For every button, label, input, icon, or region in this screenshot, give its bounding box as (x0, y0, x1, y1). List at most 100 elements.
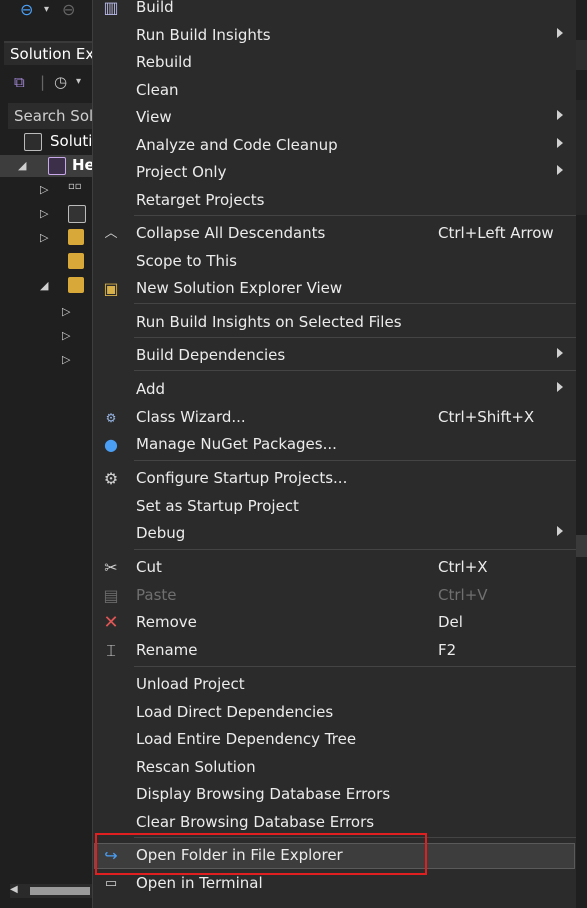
expand-arrow-icon[interactable]: ▷ (40, 183, 48, 196)
switch-views-icon[interactable]: ⧉ (14, 73, 25, 91)
context-menu: ▥ Build Run Build Insights Rebuild Clean… (92, 0, 576, 908)
menu-separator (134, 303, 576, 304)
chevron-up-icon: ︿ (104, 226, 118, 241)
menu-item-analyze[interactable]: Analyze and Code Cleanup (94, 133, 575, 159)
submenu-arrow-icon (557, 165, 563, 175)
menu-item-label: Rename (136, 641, 198, 659)
terminal-icon: ▭ (104, 876, 118, 891)
menu-item-build-dependencies[interactable]: Build Dependencies (94, 343, 575, 369)
menu-item-label: Project Only (136, 163, 227, 181)
menu-item-label: Add (136, 380, 166, 398)
solution-explorer-panel: Solution Ex ⧉ | ◷ ▾ Search Sol Soluti ◢ … (0, 41, 95, 908)
menu-item-unload-project[interactable]: Unload Project (94, 672, 575, 698)
expand-arrow-icon[interactable]: ▷ (62, 353, 70, 366)
menu-item-retarget[interactable]: Retarget Projects (94, 188, 575, 214)
menu-separator (134, 215, 576, 216)
new-window-icon: ▣ (103, 279, 119, 298)
submenu-arrow-icon (557, 382, 563, 392)
menu-item-collapse-all[interactable]: ︿ Collapse All Descendants Ctrl+Left Arr… (94, 221, 575, 247)
menu-separator (134, 370, 576, 371)
external-dependencies-icon (68, 205, 86, 223)
menu-item-shortcut: Del (438, 613, 463, 631)
solution-explorer-tab[interactable]: Solution Ex (4, 41, 92, 65)
menu-item-label: Clear Browsing Database Errors (136, 813, 375, 831)
editor-fragment (575, 535, 587, 557)
menu-item-label: Cut (136, 558, 162, 576)
expand-arrow-icon[interactable]: ▷ (40, 231, 48, 244)
menu-item-paste[interactable]: ▤ Paste Ctrl+V (94, 583, 575, 609)
forward-nav-icon[interactable]: ⊖ (62, 0, 75, 19)
tree-row-references[interactable]: ▷ ▫▫ (0, 179, 92, 201)
menu-item-project-only[interactable]: Project Only (94, 160, 575, 186)
menu-item-configure-startup[interactable]: ⚙ Configure Startup Projects... (94, 466, 575, 492)
tree-row-external-deps[interactable]: ▷ (0, 203, 92, 225)
scroll-left-icon[interactable]: ◀ (10, 884, 18, 895)
menu-item-label: Build Dependencies (136, 346, 286, 364)
filter-folder-icon (68, 277, 84, 293)
menu-item-label: Run Build Insights on Selected Files (136, 313, 402, 331)
menu-item-label: Debug (136, 524, 186, 542)
menu-item-rename[interactable]: ⌶ Rename F2 (94, 638, 575, 664)
menu-item-shortcut: Ctrl+X (438, 558, 488, 576)
menu-item-view[interactable]: View (94, 105, 575, 131)
tree-row-solution[interactable]: Soluti (0, 131, 92, 153)
expand-arrow-icon[interactable]: ▷ (62, 329, 70, 342)
horizontal-scrollbar[interactable]: ◀ (10, 884, 92, 898)
menu-item-class-wizard[interactable]: ⚙ Class Wizard... Ctrl+Shift+X (94, 405, 575, 431)
tree-row-project[interactable]: ◢ He (0, 155, 95, 177)
scissors-icon: ✂ (104, 558, 118, 577)
rename-icon: ⌶ (106, 641, 116, 660)
collapse-arrow-icon[interactable]: ◢ (18, 159, 26, 172)
menu-item-add[interactable]: Add (94, 377, 575, 403)
back-nav-icon[interactable]: ⊖ (20, 0, 33, 19)
menu-item-load-direct-deps[interactable]: Load Direct Dependencies (94, 700, 575, 726)
menu-item-rebuild[interactable]: Rebuild (94, 50, 575, 76)
tree-row-child[interactable]: ▷ (0, 301, 92, 323)
tree-row-child[interactable]: ▷ (0, 349, 92, 371)
menu-item-label: Collapse All Descendants (136, 224, 326, 242)
solution-search-input[interactable]: Search Sol (8, 103, 92, 129)
menu-item-label: Analyze and Code Cleanup (136, 136, 338, 154)
menu-item-build[interactable]: ▥ Build (94, 0, 575, 21)
menu-item-scope-to-this[interactable]: Scope to This (94, 249, 575, 275)
gear-icon: ⚙ (103, 469, 119, 488)
menu-separator (134, 460, 576, 461)
menu-item-label: Configure Startup Projects... (136, 469, 348, 487)
editor-fragment (575, 100, 587, 215)
menu-item-remove[interactable]: ✕ Remove Del (94, 610, 575, 636)
menu-separator (134, 666, 576, 667)
tree-row-filter-folder[interactable]: ◢ (0, 275, 92, 297)
menu-item-debug[interactable]: Debug (94, 521, 575, 547)
menu-item-new-se-view[interactable]: ▣ New Solution Explorer View (94, 276, 575, 302)
highlight-annotation-box (95, 833, 427, 875)
pending-changes-filter-icon[interactable]: ◷ (54, 73, 67, 91)
scrollbar-thumb[interactable] (30, 887, 90, 895)
tree-row-child[interactable]: ▷ (0, 325, 92, 347)
filter-dropdown-icon[interactable]: ▾ (76, 76, 81, 87)
menu-item-rescan-solution[interactable]: Rescan Solution (94, 755, 575, 781)
solution-explorer-toolbar: ⧉ | ◷ ▾ (0, 67, 92, 99)
menu-item-display-db-errors[interactable]: Display Browsing Database Errors (94, 782, 575, 808)
menu-item-label: Unload Project (136, 675, 245, 693)
class-wizard-icon: ⚙ (105, 411, 117, 425)
menu-item-cut[interactable]: ✂ Cut Ctrl+X (94, 555, 575, 581)
expand-arrow-icon[interactable]: ▷ (40, 207, 48, 220)
menu-item-load-entire-tree[interactable]: Load Entire Dependency Tree (94, 727, 575, 753)
solution-node-label: Soluti (50, 132, 93, 150)
menu-item-run-build-insights[interactable]: Run Build Insights (94, 23, 575, 49)
submenu-arrow-icon (557, 28, 563, 38)
collapse-arrow-icon[interactable]: ◢ (40, 279, 48, 292)
menu-item-label: New Solution Explorer View (136, 279, 343, 297)
menu-item-set-startup[interactable]: Set as Startup Project (94, 494, 575, 520)
menu-item-label: Clean (136, 81, 179, 99)
expand-arrow-icon[interactable]: ▷ (62, 305, 70, 318)
menu-item-run-build-insights-files[interactable]: Run Build Insights on Selected Files (94, 310, 575, 336)
submenu-arrow-icon (557, 348, 563, 358)
back-dropdown-icon[interactable]: ▾ (44, 4, 49, 15)
menu-item-manage-nuget[interactable]: ● Manage NuGet Packages... (94, 432, 575, 458)
menu-item-label: Manage NuGet Packages... (136, 435, 337, 453)
tree-row-filter-folder[interactable] (0, 251, 92, 273)
menu-item-clean[interactable]: Clean (94, 78, 575, 104)
tree-row-filter-folder[interactable]: ▷ (0, 227, 92, 249)
menu-item-label: Paste (136, 586, 177, 604)
